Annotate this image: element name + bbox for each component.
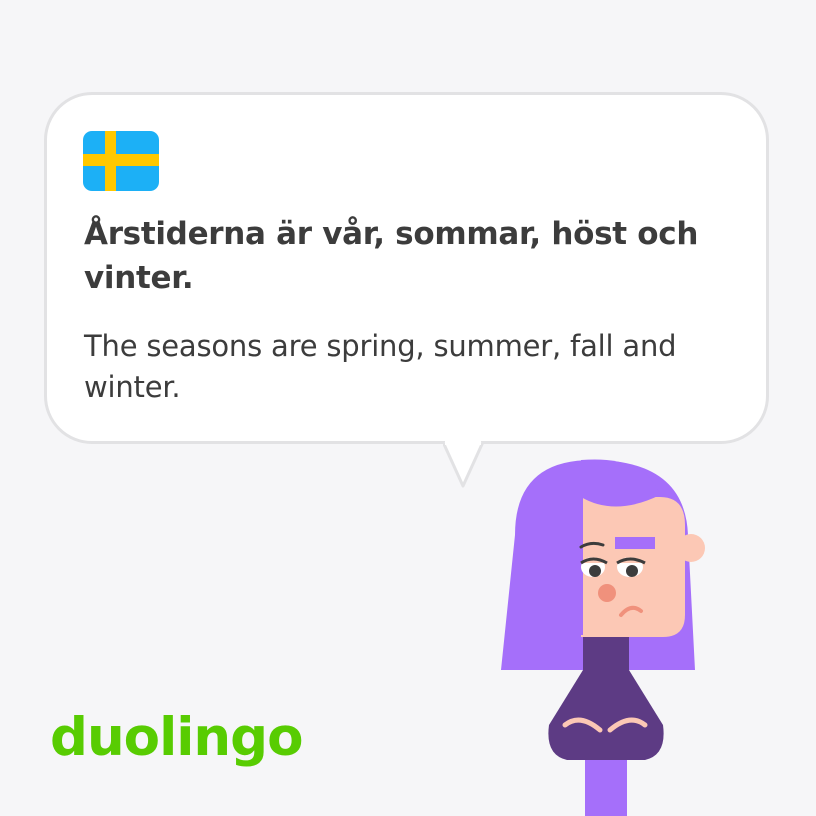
speech-bubble-tail [443,440,485,488]
sentence-text: Årstiderna är vår, sommar, höst och vint… [84,216,699,296]
lily-character-icon [501,459,705,816]
translation-text: The seasons are spring, summer, fall and… [84,329,677,404]
share-card: Årstiderna är vår, sommar, höst och vint… [0,0,816,816]
duolingo-logo: duolingo [50,707,303,768]
sweden-flag-icon [83,131,159,191]
